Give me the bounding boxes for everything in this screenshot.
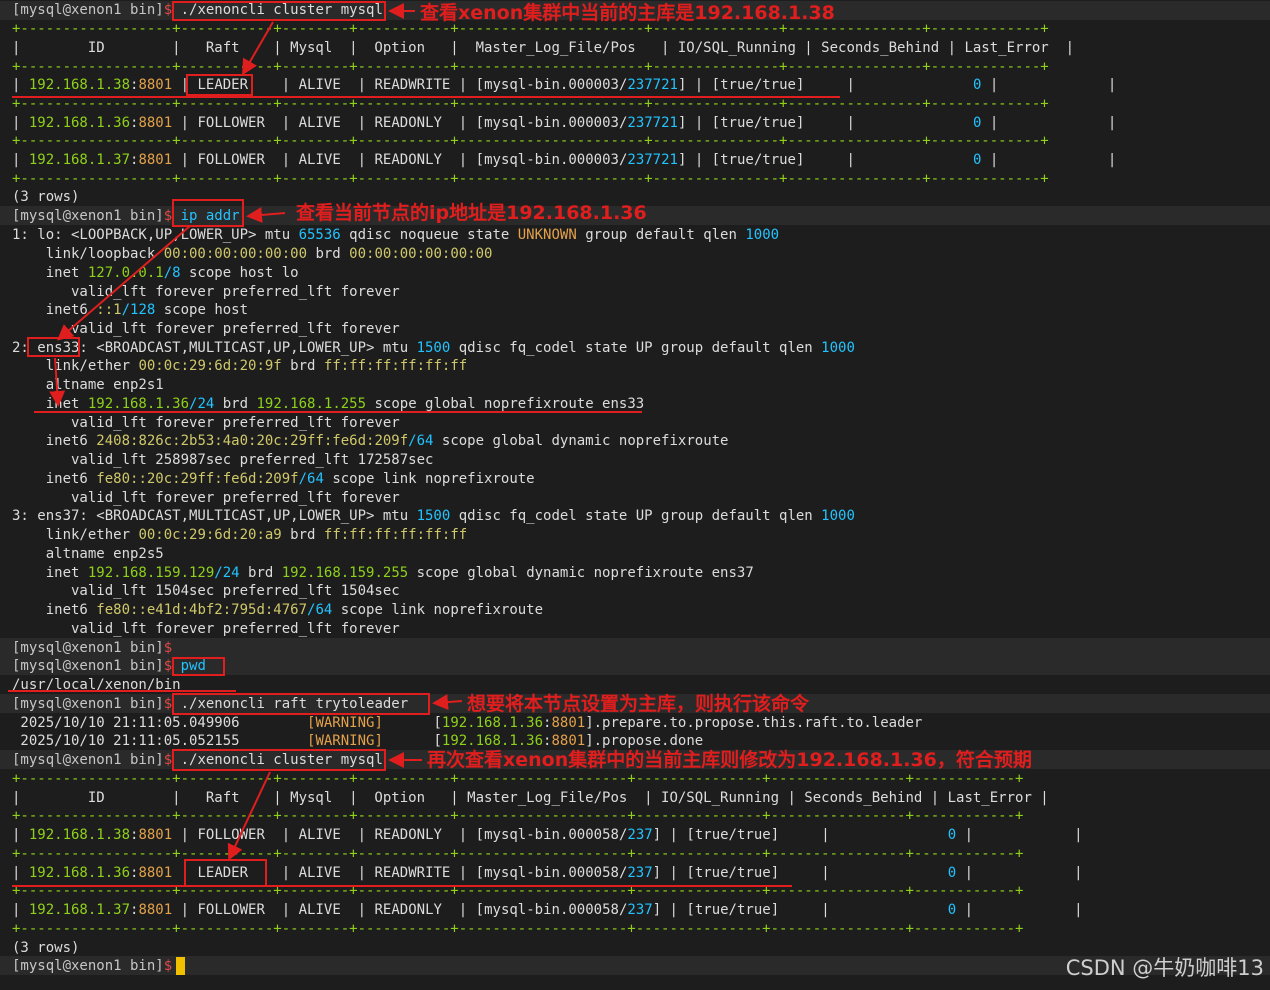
arrow-to-ip-addr (246, 207, 286, 223)
annotation-arrows (49, 3, 463, 861)
arrow-to-leader-2 (227, 771, 271, 861)
arrow-to-leader-1 (241, 21, 274, 76)
arrow-to-trytoleader (432, 694, 463, 711)
annotation-current-leader: 查看xenon集群中当前的主库是192.168.1.38 (420, 2, 835, 24)
arrow-to-ens33 (56, 225, 191, 341)
watermark: CSDN @牛奶咖啡13 (1065, 956, 1264, 980)
arrow-to-inet (49, 357, 66, 407)
annotation-new-leader: 再次查看xenon集群中的当前主库则修改为192.168.1.36，符合预期 (427, 749, 1032, 771)
annotation-trytoleader: 想要将本节点设置为主库，则执行该命令 (467, 693, 810, 715)
annotation-node-ip: 查看当前节点的ip地址是192.168.1.36 (296, 202, 647, 224)
